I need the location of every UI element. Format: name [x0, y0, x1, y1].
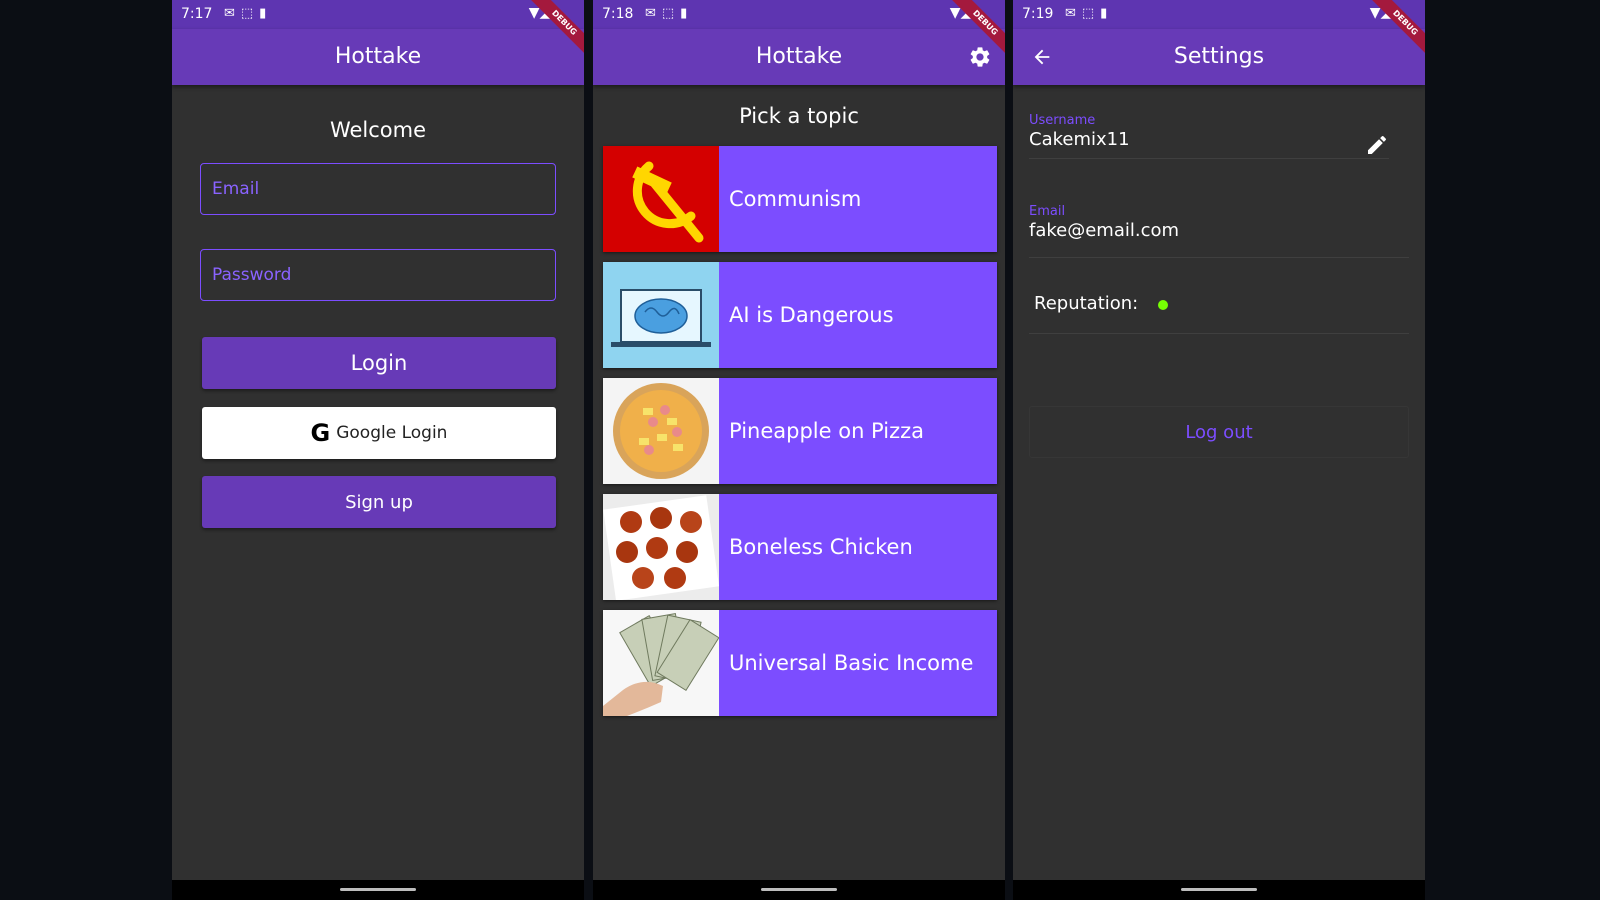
status-bar: 7:17 ✉⬚▮ ▼◢▮: [172, 0, 584, 29]
log-out-button[interactable]: Log out: [1029, 406, 1409, 458]
google-login-label: Google Login: [336, 423, 448, 443]
topic-label: AI is Dangerous: [729, 303, 894, 327]
topics-screen: 7:18 ✉⬚▮ ▼◢▮ Hottake DEBUG Pick a topic …: [593, 0, 1005, 900]
pencil-edit-icon[interactable]: [1365, 133, 1391, 159]
app-title: Hottake: [755, 44, 843, 69]
sign-up-button[interactable]: Sign up: [202, 476, 556, 528]
app-bar: Hottake: [593, 29, 1005, 85]
topic-card-ai-is-dangerous[interactable]: AI is Dangerous: [603, 262, 997, 368]
topic-card-communism[interactable]: Communism: [603, 146, 997, 252]
pick-topic-heading: Pick a topic: [739, 104, 859, 128]
password-field[interactable]: [201, 250, 555, 300]
settings-screen: 7:19 ✉⬚▮ ▼◢▮ Settings DEBUG Username Cak…: [1013, 0, 1425, 900]
reputation-status-dot: [1158, 300, 1168, 310]
email-field[interactable]: Email fake@email.com: [1029, 204, 1409, 258]
status-time: 7:18: [602, 6, 634, 22]
divider: [1029, 333, 1409, 334]
notification-icons: ✉⬚▮: [645, 6, 694, 21]
home-gesture-handle[interactable]: [340, 888, 416, 891]
welcome-heading: Welcome: [329, 118, 427, 142]
status-bar: 7:19 ✉⬚▮ ▼◢▮: [1013, 0, 1425, 29]
username-label: Username: [1029, 113, 1096, 128]
app-bar: Settings: [1013, 29, 1425, 85]
username-value: Cakemix11: [1029, 129, 1130, 150]
system-nav-bar: [1013, 880, 1425, 900]
chicken-wings-image: [603, 494, 719, 600]
email-field-container: [200, 163, 556, 215]
app-title: Hottake: [334, 44, 422, 69]
password-field-container: [200, 249, 556, 301]
email-field[interactable]: [201, 164, 555, 214]
notification-icons: ✉⬚▮: [224, 6, 273, 21]
topic-label: Universal Basic Income: [729, 651, 974, 675]
reputation-label: Reputation:: [1034, 293, 1139, 314]
pizza-image: [603, 378, 719, 484]
hammer-sickle-flag-image: [603, 146, 719, 252]
username-field[interactable]: Username Cakemix11: [1029, 113, 1389, 159]
status-time: 7:19: [1022, 6, 1054, 22]
email-value: fake@email.com: [1029, 220, 1180, 241]
topic-label: Boneless Chicken: [729, 535, 913, 559]
google-login-button[interactable]: G Google Login: [202, 407, 556, 459]
topic-card-boneless-chicken[interactable]: Boneless Chicken: [603, 494, 997, 600]
home-gesture-handle[interactable]: [761, 888, 837, 891]
google-icon: G: [310, 419, 331, 447]
login-button[interactable]: Login: [202, 337, 556, 389]
topic-label: Pineapple on Pizza: [729, 419, 925, 443]
email-label: Email: [1029, 204, 1066, 219]
topic-card-universal-basic-income[interactable]: Universal Basic Income: [603, 610, 997, 716]
laptop-brain-image: [603, 262, 719, 368]
notification-icons: ✉⬚▮: [1065, 6, 1114, 21]
topic-label: Communism: [729, 187, 862, 211]
money-in-hand-image: [603, 610, 719, 716]
app-bar: Hottake: [172, 29, 584, 85]
home-gesture-handle[interactable]: [1181, 888, 1257, 891]
gear-icon[interactable]: [965, 42, 995, 72]
system-nav-bar: [593, 880, 1005, 900]
topic-card-pineapple-on-pizza[interactable]: Pineapple on Pizza: [603, 378, 997, 484]
system-nav-bar: [172, 880, 584, 900]
status-bar: 7:18 ✉⬚▮ ▼◢▮: [593, 0, 1005, 29]
status-time: 7:17: [181, 6, 213, 22]
login-screen: 7:17 ✉⬚▮ ▼◢▮ Hottake DEBUG Welcome Login…: [172, 0, 584, 900]
settings-title: Settings: [1173, 44, 1265, 69]
